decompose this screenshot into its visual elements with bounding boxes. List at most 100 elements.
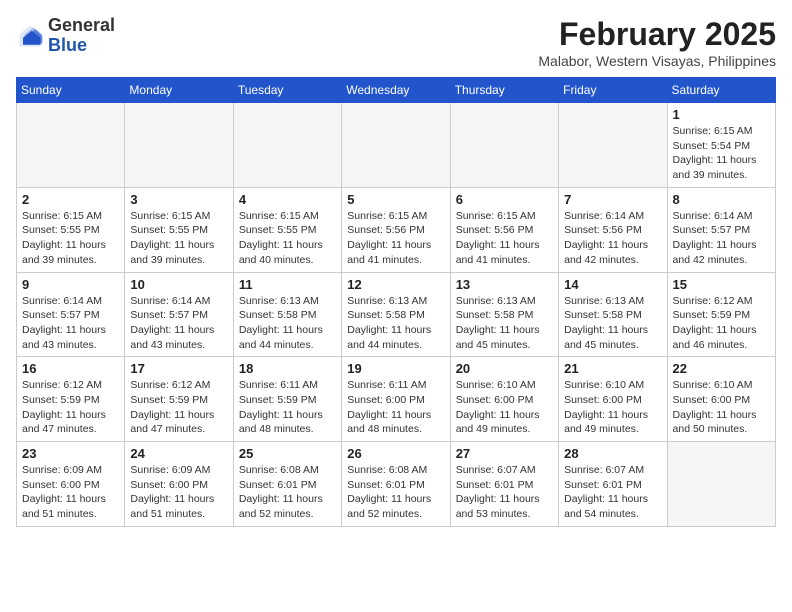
day-info: Sunrise: 6:08 AM Sunset: 6:01 PM Dayligh… [347,463,444,522]
day-number: 26 [347,446,444,461]
day-number: 9 [22,277,119,292]
calendar-day-cell: 25 Sunrise: 6:08 AM Sunset: 6:01 PM Dayli… [233,442,341,527]
calendar-day-cell: 1 Sunrise: 6:15 AM Sunset: 5:54 PM Daylig… [667,103,775,188]
day-info: Sunrise: 6:15 AM Sunset: 5:56 PM Dayligh… [347,209,444,268]
calendar-day-cell [17,103,125,188]
day-number: 8 [673,192,770,207]
calendar-day-cell [342,103,450,188]
day-number: 11 [239,277,336,292]
calendar-day-cell: 9 Sunrise: 6:14 AM Sunset: 5:57 PM Daylig… [17,272,125,357]
day-info: Sunrise: 6:15 AM Sunset: 5:55 PM Dayligh… [22,209,119,268]
day-of-week-header: Thursday [450,78,558,103]
day-info: Sunrise: 6:13 AM Sunset: 5:58 PM Dayligh… [239,294,336,353]
day-info: Sunrise: 6:12 AM Sunset: 5:59 PM Dayligh… [130,378,227,437]
day-info: Sunrise: 6:14 AM Sunset: 5:57 PM Dayligh… [22,294,119,353]
day-number: 13 [456,277,553,292]
day-info: Sunrise: 6:07 AM Sunset: 6:01 PM Dayligh… [456,463,553,522]
day-info: Sunrise: 6:08 AM Sunset: 6:01 PM Dayligh… [239,463,336,522]
calendar-day-cell: 4 Sunrise: 6:15 AM Sunset: 5:55 PM Daylig… [233,187,341,272]
calendar-week-row: 16 Sunrise: 6:12 AM Sunset: 5:59 PM Dayli… [17,357,776,442]
day-info: Sunrise: 6:09 AM Sunset: 6:00 PM Dayligh… [130,463,227,522]
day-number: 7 [564,192,661,207]
calendar-day-cell: 21 Sunrise: 6:10 AM Sunset: 6:00 PM Dayli… [559,357,667,442]
calendar-day-cell: 12Sunrise: 6:13 AM Sunset: 5:58 PM Dayli… [342,272,450,357]
day-info: Sunrise: 6:11 AM Sunset: 5:59 PM Dayligh… [239,378,336,437]
calendar-day-cell: 24Sunrise: 6:09 AM Sunset: 6:00 PM Dayli… [125,442,233,527]
day-info: Sunrise: 6:10 AM Sunset: 6:00 PM Dayligh… [456,378,553,437]
day-info: Sunrise: 6:15 AM Sunset: 5:55 PM Dayligh… [130,209,227,268]
calendar-day-cell: 16Sunrise: 6:12 AM Sunset: 5:59 PM Dayli… [17,357,125,442]
logo: General Blue [16,16,115,56]
logo-general-text: General [48,15,115,35]
title-block: February 2025 Malabor, Western Visayas, … [538,16,776,69]
day-of-week-header: Saturday [667,78,775,103]
calendar-day-cell [233,103,341,188]
day-of-week-header: Monday [125,78,233,103]
day-number: 4 [239,192,336,207]
calendar-day-cell: 23 Sunrise: 6:09 AM Sunset: 6:00 PM Dayli… [17,442,125,527]
day-info: Sunrise: 6:14 AM Sunset: 5:57 PM Dayligh… [673,209,770,268]
calendar-header-row: SundayMondayTuesdayWednesdayThursdayFrid… [17,78,776,103]
calendar-day-cell: 26 Sunrise: 6:08 AM Sunset: 6:01 PM Dayli… [342,442,450,527]
calendar-day-cell: 10 Sunrise: 6:14 AM Sunset: 5:57 PM Dayli… [125,272,233,357]
day-number: 2 [22,192,119,207]
calendar-day-cell: 28 Sunrise: 6:07 AM Sunset: 6:01 PM Dayli… [559,442,667,527]
day-number: 20 [456,361,553,376]
day-of-week-header: Sunday [17,78,125,103]
day-of-week-header: Wednesday [342,78,450,103]
day-number: 15 [673,277,770,292]
calendar-day-cell [125,103,233,188]
day-info: Sunrise: 6:07 AM Sunset: 6:01 PM Dayligh… [564,463,661,522]
calendar-day-cell: 19 Sunrise: 6:11 AM Sunset: 6:00 PM Dayli… [342,357,450,442]
day-info: Sunrise: 6:15 AM Sunset: 5:54 PM Dayligh… [673,124,770,183]
day-info: Sunrise: 6:13 AM Sunset: 5:58 PM Dayligh… [347,294,444,353]
day-number: 27 [456,446,553,461]
day-info: Sunrise: 6:15 AM Sunset: 5:56 PM Dayligh… [456,209,553,268]
day-number: 21 [564,361,661,376]
calendar-week-row: 1 Sunrise: 6:15 AM Sunset: 5:54 PM Daylig… [17,103,776,188]
calendar-day-cell: 5 Sunrise: 6:15 AM Sunset: 5:56 PM Daylig… [342,187,450,272]
day-number: 25 [239,446,336,461]
day-of-week-header: Tuesday [233,78,341,103]
calendar-week-row: 2 Sunrise: 6:15 AM Sunset: 5:55 PM Daylig… [17,187,776,272]
day-of-week-header: Friday [559,78,667,103]
calendar-day-cell: 13 Sunrise: 6:13 AM Sunset: 5:58 PM Dayli… [450,272,558,357]
calendar-day-cell: 27 Sunrise: 6:07 AM Sunset: 6:01 PM Dayli… [450,442,558,527]
day-number: 17 [130,361,227,376]
day-number: 22 [673,361,770,376]
calendar-day-cell: 22 Sunrise: 6:10 AM Sunset: 6:00 PM Dayli… [667,357,775,442]
page-header: General Blue February 2025 Malabor, West… [16,16,776,69]
calendar-day-cell: 11 Sunrise: 6:13 AM Sunset: 5:58 PM Dayli… [233,272,341,357]
day-info: Sunrise: 6:10 AM Sunset: 6:00 PM Dayligh… [564,378,661,437]
day-info: Sunrise: 6:13 AM Sunset: 5:58 PM Dayligh… [456,294,553,353]
day-number: 3 [130,192,227,207]
day-number: 10 [130,277,227,292]
day-info: Sunrise: 6:14 AM Sunset: 5:56 PM Dayligh… [564,209,661,268]
day-info: Sunrise: 6:15 AM Sunset: 5:55 PM Dayligh… [239,209,336,268]
calendar-day-cell: 20 Sunrise: 6:10 AM Sunset: 6:00 PM Dayli… [450,357,558,442]
day-info: Sunrise: 6:14 AM Sunset: 5:57 PM Dayligh… [130,294,227,353]
calendar-day-cell: 8 Sunrise: 6:14 AM Sunset: 5:57 PM Daylig… [667,187,775,272]
day-number: 14 [564,277,661,292]
calendar-day-cell [667,442,775,527]
calendar-table: SundayMondayTuesdayWednesdayThursdayFrid… [16,77,776,527]
logo-blue-text: Blue [48,35,87,55]
calendar-day-cell [559,103,667,188]
day-number: 16 [22,361,119,376]
day-number: 18 [239,361,336,376]
calendar-day-cell: 7 Sunrise: 6:14 AM Sunset: 5:56 PM Daylig… [559,187,667,272]
day-number: 5 [347,192,444,207]
day-number: 19 [347,361,444,376]
day-number: 28 [564,446,661,461]
day-number: 6 [456,192,553,207]
day-info: Sunrise: 6:12 AM Sunset: 5:59 PM Dayligh… [673,294,770,353]
day-info: Sunrise: 6:09 AM Sunset: 6:00 PM Dayligh… [22,463,119,522]
calendar-day-cell: 18 Sunrise: 6:11 AM Sunset: 5:59 PM Dayli… [233,357,341,442]
calendar-day-cell: 15 Sunrise: 6:12 AM Sunset: 5:59 PM Dayli… [667,272,775,357]
calendar-day-cell: 3 Sunrise: 6:15 AM Sunset: 5:55 PM Daylig… [125,187,233,272]
day-number: 1 [673,107,770,122]
day-info: Sunrise: 6:10 AM Sunset: 6:00 PM Dayligh… [673,378,770,437]
day-info: Sunrise: 6:11 AM Sunset: 6:00 PM Dayligh… [347,378,444,437]
calendar-day-cell [450,103,558,188]
day-number: 23 [22,446,119,461]
